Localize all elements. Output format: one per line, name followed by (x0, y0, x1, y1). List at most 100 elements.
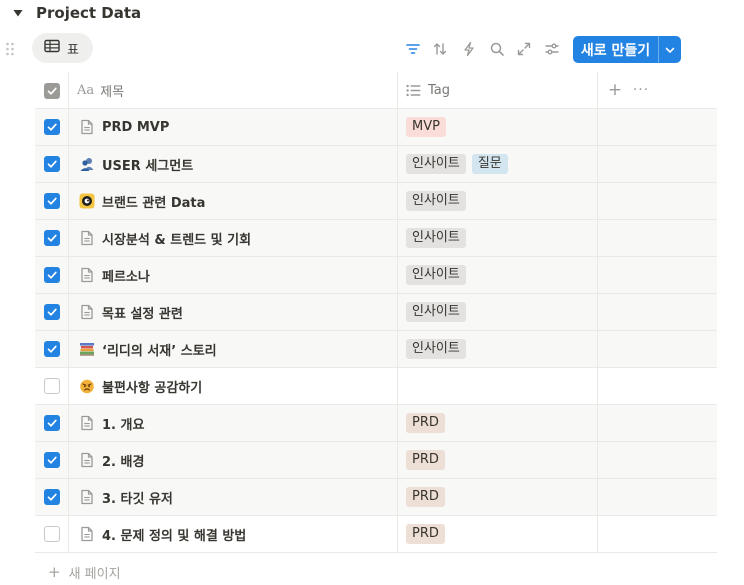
table-row[interactable]: ‘리디의 서재’ 스토리 인사이트 (35, 331, 717, 368)
row-checkbox-cell[interactable] (35, 479, 69, 515)
row-title-cell[interactable]: 1. 개요 (69, 405, 398, 441)
row-title[interactable]: USER 세그먼트 (102, 155, 193, 174)
more-options-button[interactable]: ··· (629, 78, 653, 102)
row-checkbox-cell[interactable] (35, 109, 69, 145)
row-title[interactable]: ‘리디의 서재’ 스토리 (102, 340, 217, 359)
column-title-label: 제목 (100, 85, 125, 100)
row-checkbox-cell[interactable] (35, 294, 69, 330)
row-title[interactable]: PRD MVP (102, 120, 169, 135)
add-column-button[interactable]: + (603, 78, 627, 102)
table-row[interactable]: 페르소나 인사이트 (35, 257, 717, 294)
row-tag-cell[interactable]: 인사이트 질문 (398, 146, 598, 182)
checkbox-unchecked[interactable] (43, 526, 60, 542)
row-tag-cell[interactable]: 인사이트 (398, 331, 598, 367)
row-title-cell[interactable]: 시장분석 & 트렌드 및 기회 (69, 220, 398, 256)
row-title[interactable]: 3. 타깃 유저 (102, 488, 173, 507)
checkbox-checked[interactable] (43, 452, 60, 468)
checkbox-icon (43, 82, 60, 99)
row-checkbox-cell[interactable] (35, 220, 69, 256)
row-tag-cell[interactable] (398, 368, 598, 404)
view-tab-table[interactable]: 표 (32, 33, 93, 63)
row-title[interactable]: 시장분석 & 트렌드 및 기회 (102, 229, 251, 248)
row-checkbox-cell[interactable] (35, 146, 69, 182)
row-tag-cell[interactable]: 인사이트 (398, 257, 598, 293)
sort-icon[interactable] (427, 36, 453, 62)
row-tag-cell[interactable]: MVP (398, 109, 598, 145)
column-header-title[interactable]: Aa 제목 (69, 72, 398, 109)
row-title[interactable]: 2. 배경 (102, 451, 144, 470)
row-title-cell[interactable]: 3. 타깃 유저 (69, 479, 398, 515)
database-title[interactable]: Project Data (36, 4, 141, 22)
row-checkbox-cell[interactable] (35, 405, 69, 441)
row-title-cell[interactable]: 불편사항 공감하기 (69, 368, 398, 404)
row-title-cell[interactable]: ‘리디의 서재’ 스토리 (69, 331, 398, 367)
row-checkbox-cell[interactable] (35, 368, 69, 404)
row-tag-cell[interactable]: PRD (398, 442, 598, 478)
row-title-cell[interactable]: USER 세그먼트 (69, 146, 398, 182)
row-title[interactable]: 페르소나 (102, 266, 150, 285)
table-row[interactable]: 불편사항 공감하기 (35, 368, 717, 405)
row-title-cell[interactable]: PRD MVP (69, 109, 398, 145)
row-checkbox-cell[interactable] (35, 516, 69, 552)
row-checkbox-cell[interactable] (35, 442, 69, 478)
row-title-cell[interactable]: 4. 문제 정의 및 해결 방법 (69, 516, 398, 552)
checkbox-checked[interactable] (43, 341, 60, 357)
table-row[interactable]: 1. 개요 PRD (35, 405, 717, 442)
row-title[interactable]: 목표 설정 관련 (102, 303, 183, 322)
drag-handle-icon[interactable] (5, 41, 15, 57)
new-button[interactable]: 새로 만들기 (573, 36, 681, 63)
row-checkbox-cell[interactable] (35, 331, 69, 367)
row-tag-cell[interactable]: PRD (398, 516, 598, 552)
row-title-cell[interactable]: 브랜드 관련 Data (69, 183, 398, 219)
row-tag-cell[interactable]: PRD (398, 405, 598, 441)
row-tag-cell[interactable]: 인사이트 (398, 220, 598, 256)
settings-icon[interactable] (539, 36, 565, 62)
table-header: Aa 제목 Tag + ··· (35, 72, 717, 109)
tag-badge: 인사이트 (406, 339, 466, 359)
row-title[interactable]: 4. 문제 정의 및 해결 방법 (102, 525, 246, 544)
checkbox-checked[interactable] (43, 415, 60, 431)
multi-select-icon (406, 84, 421, 97)
checkbox-checked[interactable] (43, 267, 60, 283)
table-row[interactable]: USER 세그먼트 인사이트 질문 (35, 146, 717, 183)
filter-icon[interactable] (400, 36, 426, 62)
checkbox-checked[interactable] (43, 193, 60, 209)
checkbox-unchecked[interactable] (43, 378, 60, 394)
row-tag-cell[interactable]: 인사이트 (398, 294, 598, 330)
new-button-label: 새로 만들기 (580, 42, 651, 59)
row-checkbox-cell[interactable] (35, 257, 69, 293)
checkbox-checked[interactable] (43, 156, 60, 172)
checkbox-checked[interactable] (43, 489, 60, 505)
row-title[interactable]: 불편사항 공감하기 (102, 377, 202, 396)
checkbox-checked[interactable] (43, 304, 60, 320)
table-row[interactable]: 3. 타깃 유저 PRD (35, 479, 717, 516)
select-all-checkbox[interactable] (35, 72, 69, 109)
table-row[interactable]: 시장분석 & 트렌드 및 기회 인사이트 (35, 220, 717, 257)
table-row[interactable]: 4. 문제 정의 및 해결 방법 PRD (35, 516, 717, 553)
row-tag-cell[interactable]: PRD (398, 479, 598, 515)
row-tag-cell[interactable]: 인사이트 (398, 183, 598, 219)
tag-badge: 인사이트 (406, 302, 466, 322)
page-icon (79, 452, 95, 468)
books-icon (79, 341, 95, 357)
row-title[interactable]: 브랜드 관련 Data (102, 192, 205, 211)
row-title-cell[interactable]: 2. 배경 (69, 442, 398, 478)
row-title[interactable]: 1. 개요 (102, 414, 144, 433)
checkbox-checked[interactable] (43, 119, 60, 135)
new-page-button[interactable]: + 새 페이지 (48, 563, 121, 582)
page-icon (79, 267, 95, 283)
checkbox-checked[interactable] (43, 230, 60, 246)
column-header-tag[interactable]: Tag (398, 72, 598, 109)
table-row[interactable]: 2. 배경 PRD (35, 442, 717, 479)
row-checkbox-cell[interactable] (35, 183, 69, 219)
table-row[interactable]: PRD MVP MVP (35, 109, 717, 146)
row-title-cell[interactable]: 목표 설정 관련 (69, 294, 398, 330)
table-row[interactable]: 목표 설정 관련 인사이트 (35, 294, 717, 331)
chevron-down-icon[interactable] (659, 36, 681, 63)
row-title-cell[interactable]: 페르소나 (69, 257, 398, 293)
search-icon[interactable] (484, 36, 510, 62)
automation-icon[interactable] (456, 36, 482, 62)
collapse-toggle-icon[interactable] (12, 7, 24, 19)
expand-icon[interactable] (511, 36, 537, 62)
table-row[interactable]: 브랜드 관련 Data 인사이트 (35, 183, 717, 220)
